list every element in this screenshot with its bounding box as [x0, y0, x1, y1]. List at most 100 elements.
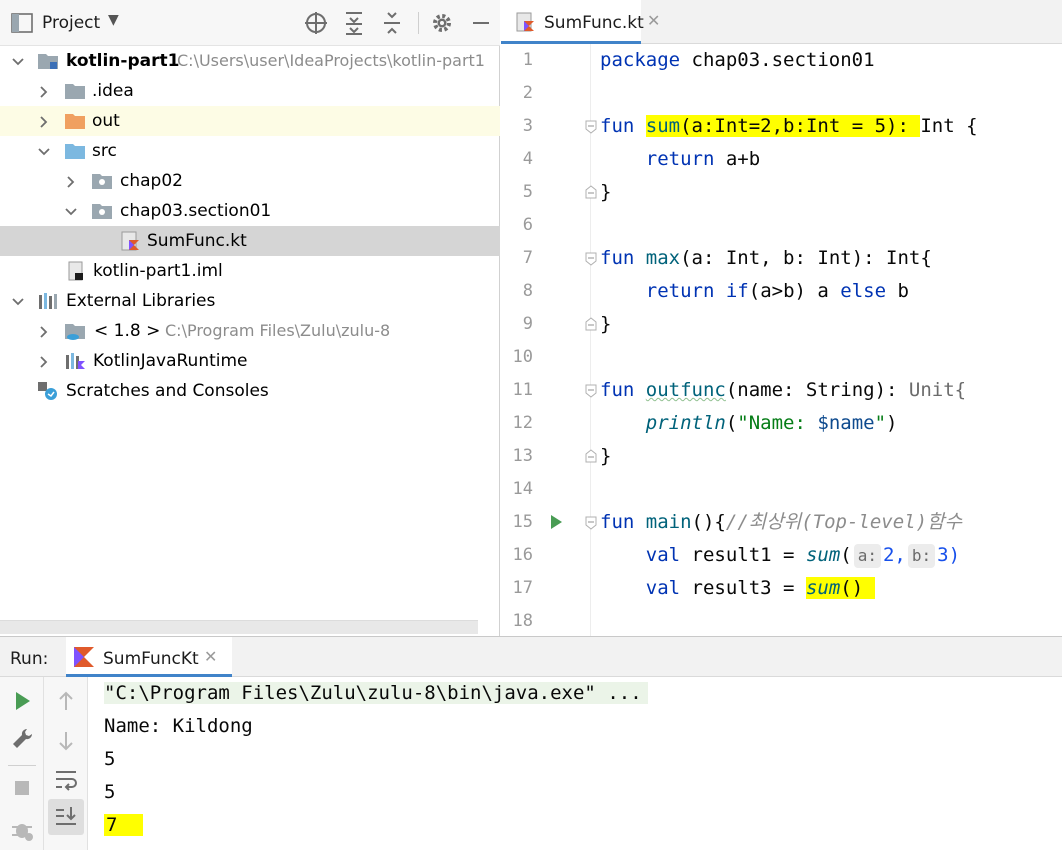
tree-item-external-libraries[interactable]: External Libraries: [0, 286, 500, 316]
expand-all-icon[interactable]: [341, 10, 367, 36]
code-line-12: println("Name: $name"): [600, 407, 898, 440]
highlighted-output: 7: [104, 814, 144, 836]
arrow-down-icon[interactable]: [52, 727, 80, 755]
tree-item-path: C:\Users\user\IdeaProjects\kotlin-part1: [177, 51, 485, 70]
console-command: "C:\Program Files\Zulu\zulu-8\bin\java.e…: [104, 682, 648, 704]
chevron-down-icon[interactable]: ▼: [108, 12, 119, 28]
tree-item-kotlin-part1[interactable]: kotlin-part1 C:\Users\user\IdeaProjects\…: [0, 46, 500, 76]
fold-icon[interactable]: [585, 449, 597, 463]
console-output[interactable]: "C:\Program Files\Zulu\zulu-8\bin\java.e…: [98, 677, 1058, 850]
collapse-all-icon[interactable]: [379, 10, 405, 36]
code-line-4: return a+b: [600, 143, 760, 176]
tree-item-label: src: [92, 141, 117, 161]
code-token: return: [645, 148, 715, 170]
line-number: 2: [522, 83, 533, 103]
locate-file-icon[interactable]: [303, 10, 329, 36]
code-token: }: [600, 445, 612, 467]
stop-icon[interactable]: [8, 774, 36, 802]
code-token: }: [600, 181, 612, 203]
tree-item-scratches-and-consoles[interactable]: Scratches and Consoles: [0, 376, 500, 406]
code-token: (a>b) a: [748, 280, 841, 302]
scroll-to-end-button[interactable]: [48, 799, 84, 835]
chevron-down-icon[interactable]: [11, 295, 25, 309]
line-number: 10: [512, 347, 533, 367]
code-token: (name: String):: [725, 379, 909, 401]
code-comment: //최상위(Top-level)함수: [725, 511, 962, 533]
wrench-icon[interactable]: [8, 725, 36, 753]
code-token: fun: [600, 115, 635, 137]
tree-item-label: KotlinJavaRuntime: [93, 351, 248, 371]
code-token: }: [600, 313, 612, 335]
chevron-right-icon[interactable]: [37, 115, 51, 129]
editor-tab-bar: SumFunc.kt ✕: [501, 0, 1062, 44]
chevron-right-icon[interactable]: [37, 85, 51, 99]
arrow-up-icon[interactable]: [52, 687, 80, 715]
scratches-icon: [38, 382, 57, 400]
tree-item-src[interactable]: src: [0, 136, 500, 166]
line-number: 6: [522, 215, 533, 235]
gear-icon[interactable]: [429, 10, 455, 36]
tree-item-idea[interactable]: .idea: [0, 76, 500, 106]
source-folder-icon: [65, 144, 85, 159]
code-token: ": [874, 412, 887, 434]
code-token: (a: Int, b: Int): Int{: [680, 247, 932, 269]
console-line: 7: [104, 809, 144, 842]
tree-item-label: kotlin-part1: [66, 51, 180, 71]
run-tab-sumfunckt[interactable]: SumFuncKt ✕: [66, 637, 232, 677]
tree-item-kotlin-part1-iml[interactable]: kotlin-part1.iml: [0, 256, 500, 286]
fold-icon[interactable]: [585, 252, 597, 266]
chevron-down-icon[interactable]: [64, 205, 78, 219]
fold-icon[interactable]: [585, 120, 597, 134]
debug-icon[interactable]: [8, 815, 36, 843]
highlighted-signature: sum(a:Int=2,b:Int = 5):: [645, 115, 921, 137]
code-line-9: }: [600, 308, 611, 341]
code-token: val: [645, 544, 681, 566]
tree-item-chap03-section01[interactable]: chap03.section01: [0, 196, 500, 226]
tab-sumfunc-kt[interactable]: SumFunc.kt: [501, 0, 644, 44]
soft-wrap-icon[interactable]: [52, 765, 80, 793]
run-gutter-icon[interactable]: [549, 514, 563, 530]
line-number: 1: [522, 50, 533, 70]
close-icon[interactable]: ✕: [647, 11, 660, 30]
close-icon[interactable]: ✕: [204, 647, 217, 666]
fold-icon[interactable]: [585, 185, 597, 199]
code-token: fun: [600, 379, 635, 401]
line-number: 11: [512, 380, 533, 400]
horizontal-scrollbar[interactable]: [0, 620, 478, 634]
code-token: a+b: [714, 148, 761, 170]
line-number: 9: [522, 314, 533, 334]
code-token: "Name:: [737, 412, 818, 434]
chevron-down-icon[interactable]: [37, 145, 51, 159]
fold-icon[interactable]: [585, 516, 597, 530]
rerun-icon[interactable]: [8, 687, 36, 715]
jdk-folder-icon: [65, 324, 85, 340]
highlighted-call: sum(): [805, 577, 875, 599]
minimize-icon[interactable]: [468, 10, 494, 36]
tree-item-label: .idea: [92, 81, 134, 101]
fold-icon[interactable]: [585, 317, 597, 331]
tree-item-chap02[interactable]: chap02: [0, 166, 500, 196]
tree-item-jdk-1-8[interactable]: < 1.8 > C:\Program Files\Zulu\zulu-8: [0, 316, 500, 346]
code-token: (: [725, 412, 738, 434]
tree-item-kotlinjavaruntime[interactable]: KotlinJavaRuntime: [0, 346, 500, 376]
code-token: main: [645, 511, 692, 533]
fold-icon[interactable]: [585, 384, 597, 398]
code-token: Int {: [920, 115, 978, 137]
project-title[interactable]: Project: [42, 13, 100, 33]
kotlin-file-icon: [121, 231, 139, 251]
scroll-to-end-icon: [56, 807, 76, 825]
chevron-right-icon[interactable]: [37, 325, 51, 339]
code-token: $name: [817, 412, 875, 434]
tree-item-label: < 1.8 >: [94, 321, 161, 341]
chevron-down-icon[interactable]: [11, 55, 25, 69]
chevron-right-icon[interactable]: [64, 175, 78, 189]
code-token: result3 =: [680, 577, 806, 599]
tree-item-sumfunc-kt[interactable]: SumFunc.kt: [0, 226, 500, 256]
parameter-hint: a:: [853, 544, 881, 568]
run-toolbar-primary: [0, 677, 44, 850]
chevron-right-icon[interactable]: [37, 355, 51, 369]
run-toolbar-secondary: [44, 677, 88, 850]
code-token: sum: [805, 577, 841, 599]
code-area[interactable]: package chap03.section01 fun sum(a:Int=2…: [600, 44, 1062, 636]
tree-item-out[interactable]: out: [0, 106, 500, 136]
